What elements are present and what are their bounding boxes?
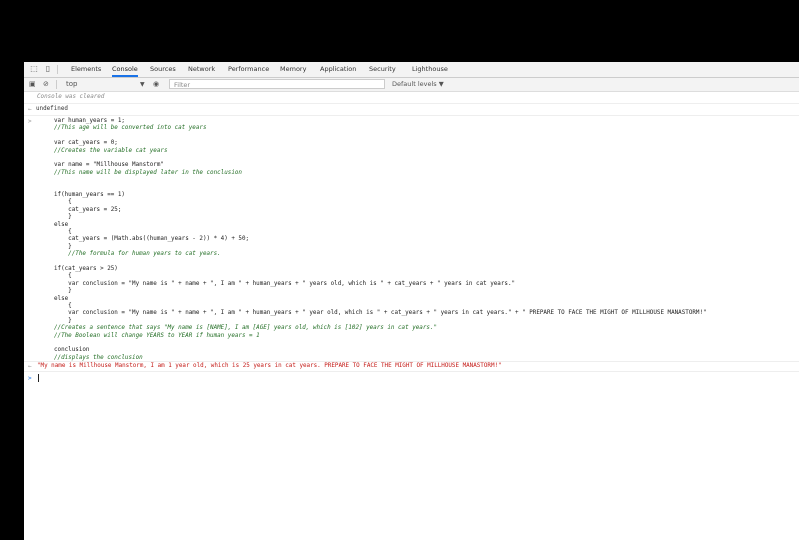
code-line: //This name will be displayed later in t… (54, 169, 242, 176)
message-divider (24, 103, 799, 104)
prompt-icon: > (28, 375, 32, 382)
inspect-element-icon[interactable]: ⬚ (29, 64, 39, 74)
code-line: var name = "Millhouse Manstorm" (54, 162, 164, 169)
code-line: } (54, 214, 72, 221)
devtools-panel: ⬚ ▯ Elements Console Sources Network Per… (24, 62, 799, 540)
log-levels-dropdown[interactable]: Default levels ▼ (392, 79, 444, 90)
devtools-tabbar: ⬚ ▯ Elements Console Sources Network Per… (24, 62, 799, 78)
code-line: //The Boolean will change YEARS to YEAR … (54, 332, 260, 339)
code-line: } (54, 288, 72, 295)
tab-console[interactable]: Console (112, 62, 138, 77)
conclusion-result: "My name is Millhouse Manstorm, I am 1 y… (37, 363, 502, 369)
code-line: } (54, 243, 72, 250)
undefined-result: undefined (36, 106, 68, 112)
eye-icon[interactable]: ◉ (153, 79, 159, 90)
console-output[interactable]: Console was cleared ← undefined > var hu… (24, 92, 799, 540)
tab-security[interactable]: Security (369, 62, 396, 77)
code-line: if(cat_years > 25) (54, 266, 118, 272)
console-toolbar: ▣ ⊘ top ▼ ◉ Filter Default levels ▼ (24, 78, 799, 92)
input-prompt-icon: > (28, 118, 32, 125)
show-sidebar-icon[interactable]: ▣ (29, 79, 36, 90)
filter-input[interactable]: Filter (169, 79, 385, 89)
tab-memory[interactable]: Memory (280, 62, 306, 77)
code-line: else (54, 295, 69, 302)
code-line: if(human_years == 1) (54, 192, 125, 198)
code-line: var conclusion = "My name is " + name + … (54, 280, 516, 287)
code-line: cat_years = (Math.abs((human_years - 2))… (54, 236, 250, 243)
console-cleared-message: Console was cleared (37, 94, 105, 100)
code-line: { (54, 229, 72, 235)
tab-application[interactable]: Application (320, 62, 356, 77)
code-line: } (54, 317, 72, 324)
return-arrow-icon: ← (28, 363, 32, 370)
text-caret[interactable] (38, 374, 39, 382)
tab-performance[interactable]: Performance (228, 62, 269, 77)
context-dropdown-icon[interactable]: ▼ (140, 79, 145, 90)
tab-elements[interactable]: Elements (71, 62, 101, 77)
code-line: //This age will be converted into cat ye… (54, 125, 207, 132)
tab-sources[interactable]: Sources (150, 62, 176, 77)
code-line: else (54, 221, 69, 228)
code-line: conclusion (54, 347, 90, 354)
message-divider (24, 115, 799, 116)
tabbar-divider (57, 65, 58, 74)
code-line: { (54, 199, 72, 206)
toolbar-divider (56, 80, 57, 89)
tab-lighthouse[interactable]: Lighthouse (412, 62, 448, 77)
code-line: { (54, 273, 72, 280)
code-line: { (54, 303, 72, 309)
code-line: var conclusion = "My name is " + name + … (54, 310, 707, 317)
code-line: var cat_years = 0; (54, 140, 118, 147)
code-line: //Creates a sentence that says "My name … (54, 325, 438, 332)
clear-console-icon[interactable]: ⊘ (43, 79, 49, 90)
code-line: //Creates the variable cat years (54, 147, 168, 154)
return-arrow-icon: ← (28, 106, 32, 113)
message-divider (24, 371, 799, 372)
context-selector[interactable]: top (66, 79, 77, 90)
code-line: //The formula for human years to cat yea… (54, 251, 221, 258)
device-toolbar-icon[interactable]: ▯ (43, 64, 53, 74)
code-line: var human_years = 1; (54, 118, 125, 124)
tab-network[interactable]: Network (188, 62, 215, 77)
message-divider (24, 361, 799, 362)
code-line: cat_years = 25; (54, 206, 122, 213)
